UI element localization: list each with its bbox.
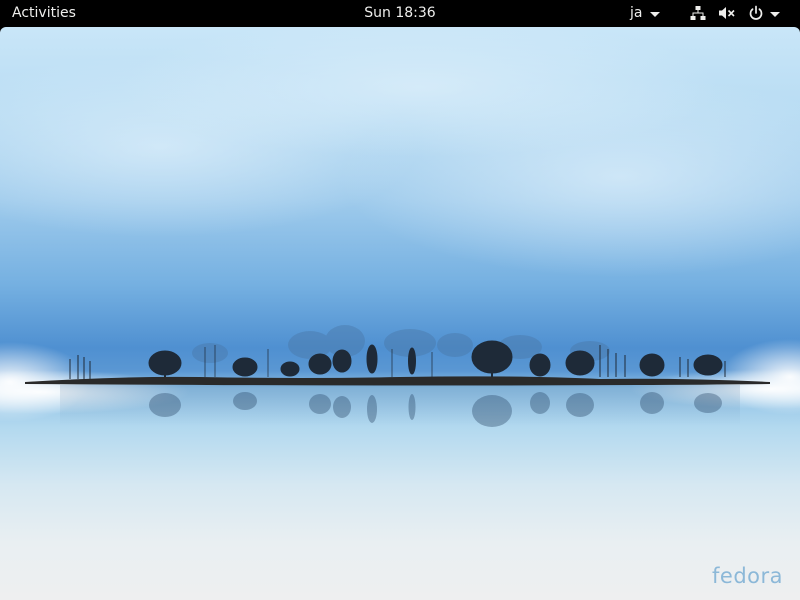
clock-container: Sun 18:36 bbox=[0, 4, 800, 22]
power-icon bbox=[748, 5, 764, 21]
wallpaper-landscape bbox=[0, 27, 800, 427]
top-bar: Activities Sun 18:36 ja bbox=[0, 0, 800, 27]
clock-button[interactable]: Sun 18:36 bbox=[364, 5, 435, 21]
chevron-down-icon bbox=[650, 11, 661, 17]
network-wired-icon bbox=[690, 5, 706, 21]
system-menu-button[interactable] bbox=[690, 3, 780, 23]
input-source-indicator[interactable]: ja bbox=[630, 4, 661, 22]
activities-button[interactable]: Activities bbox=[12, 4, 76, 22]
fedora-logo: fedora bbox=[712, 564, 783, 588]
chevron-down-icon bbox=[770, 11, 780, 17]
input-source-label: ja bbox=[630, 5, 643, 21]
desktop-background: fedora bbox=[0, 27, 800, 600]
volume-muted-icon bbox=[718, 5, 736, 21]
